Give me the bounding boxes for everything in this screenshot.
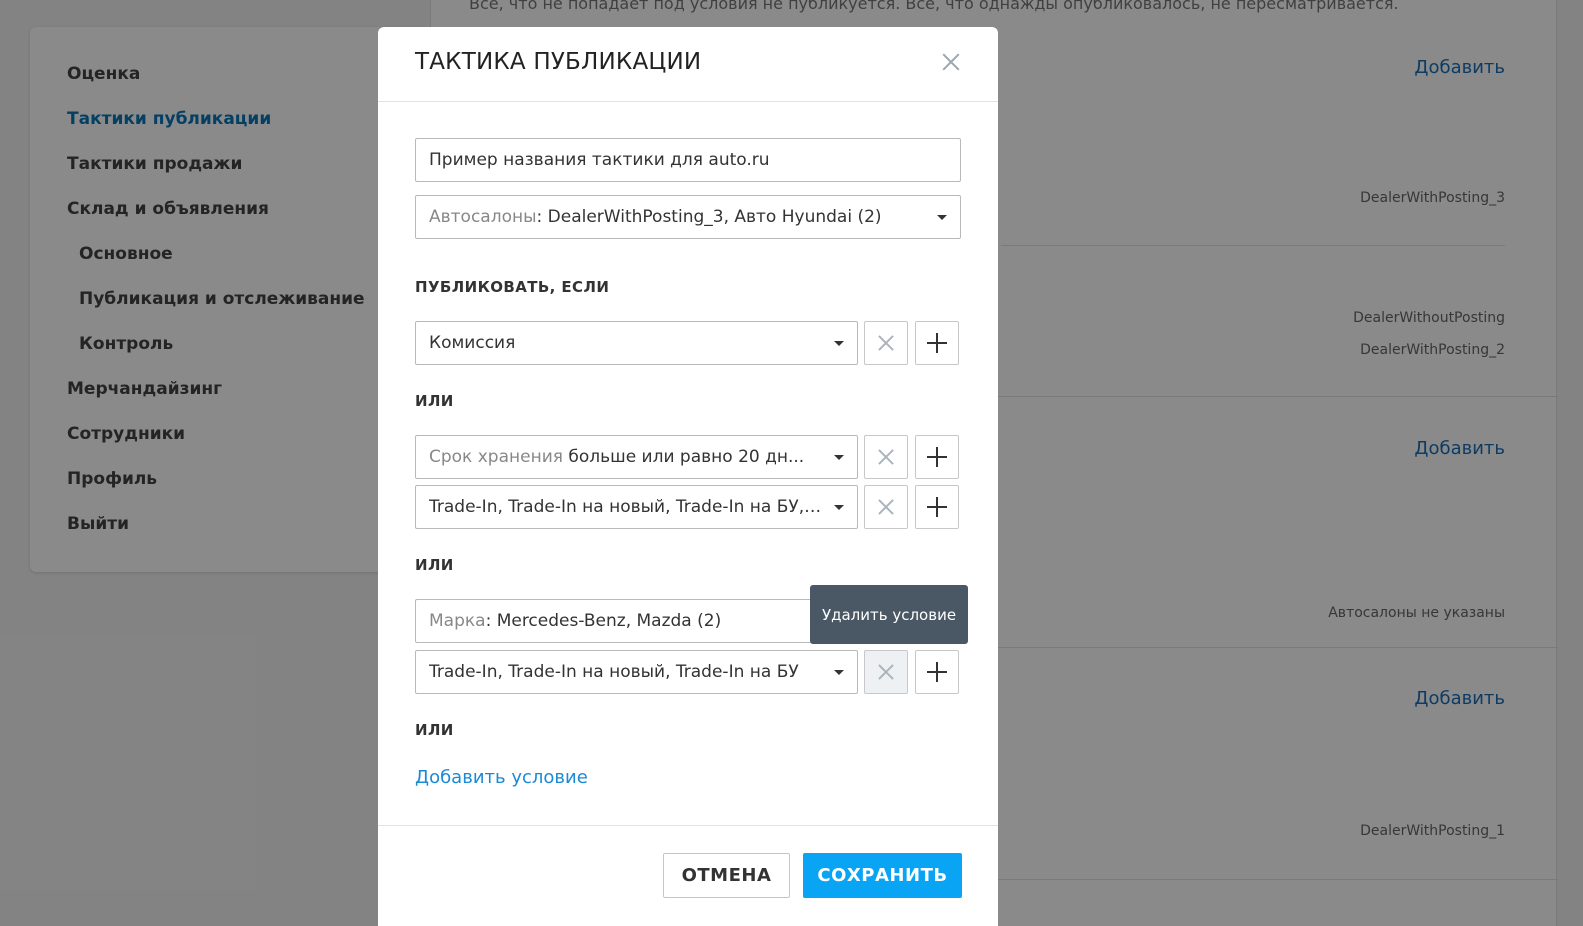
chevron-down-icon	[937, 214, 947, 220]
publish-if-label: ПУБЛИКОВАТЬ, ЕСЛИ	[415, 278, 610, 296]
remove-condition-button[interactable]	[864, 650, 908, 694]
tactic-name-field[interactable]	[415, 138, 961, 182]
condition-select-text: Trade-In, Trade-In на новый, Trade-In на…	[429, 662, 799, 682]
dealers-select-text: Автосалоны: DealerWithPosting_3, Авто Hy…	[429, 207, 882, 227]
tactic-name-input[interactable]	[429, 150, 947, 170]
condition-select[interactable]: Комиссия	[415, 321, 858, 365]
remove-condition-tooltip: Удалить условие	[810, 585, 968, 644]
add-and-condition-button[interactable]	[915, 321, 959, 365]
close-icon	[876, 447, 896, 467]
plus-icon	[927, 497, 947, 517]
condition-select-text: Марка: Mercedes-Benz, Mazda (2)	[429, 611, 722, 631]
condition-select-text: Срок хранения больше или равно 20 дн...	[429, 447, 805, 467]
chevron-down-icon	[834, 454, 844, 460]
plus-icon	[927, 333, 947, 353]
plus-icon	[927, 662, 947, 682]
chevron-down-icon	[834, 669, 844, 675]
add-and-condition-button[interactable]	[915, 435, 959, 479]
condition-select[interactable]: Марка: Mercedes-Benz, Mazda (2)	[415, 599, 858, 643]
save-button[interactable]: СОХРАНИТЬ	[803, 853, 962, 898]
modal-header: ТАКТИКА ПУБЛИКАЦИИ	[378, 27, 998, 102]
add-and-condition-button[interactable]	[915, 650, 959, 694]
condition-select[interactable]: Срок хранения больше или равно 20 дн...	[415, 435, 858, 479]
modal-title: ТАКТИКА ПУБЛИКАЦИИ	[415, 49, 702, 75]
chevron-down-icon	[834, 504, 844, 510]
publication-tactic-modal: ТАКТИКА ПУБЛИКАЦИИ Автосалоны: DealerWit…	[378, 27, 998, 926]
add-condition-link[interactable]: Добавить условие	[415, 767, 588, 788]
close-icon	[876, 662, 896, 682]
condition-select-text: Trade-In, Trade-In на новый, Trade-In на…	[429, 497, 824, 517]
plus-icon	[927, 447, 947, 467]
close-icon	[876, 333, 896, 353]
condition-select[interactable]: Trade-In, Trade-In на новый, Trade-In на…	[415, 650, 858, 694]
close-icon	[876, 497, 896, 517]
condition-select-text: Комиссия	[429, 333, 516, 353]
chevron-down-icon	[834, 340, 844, 346]
add-and-condition-button[interactable]	[915, 485, 959, 529]
condition-select[interactable]: Trade-In, Trade-In на новый, Trade-In на…	[415, 485, 858, 529]
remove-condition-button[interactable]	[864, 321, 908, 365]
or-label: ИЛИ	[415, 721, 454, 739]
modal-footer: ОТМЕНА СОХРАНИТЬ	[378, 825, 998, 926]
close-icon[interactable]	[940, 51, 962, 73]
or-label: ИЛИ	[415, 556, 454, 574]
cancel-button[interactable]: ОТМЕНА	[663, 853, 790, 898]
remove-condition-button[interactable]	[864, 485, 908, 529]
or-label: ИЛИ	[415, 392, 454, 410]
dealers-select[interactable]: Автосалоны: DealerWithPosting_3, Авто Hy…	[415, 195, 961, 239]
remove-condition-button[interactable]	[864, 435, 908, 479]
